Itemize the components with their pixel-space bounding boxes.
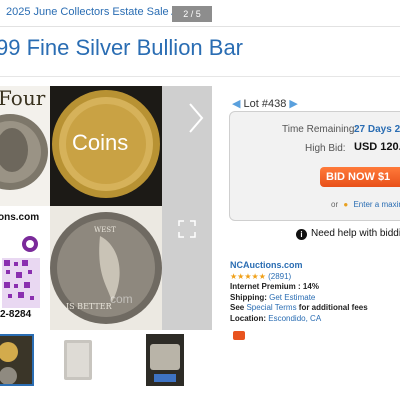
thumbnail-bar-image [60,334,98,386]
bidding-help-link[interactable]: i Need help with biddin [296,228,400,240]
previous-lot-icon[interactable]: ◀ [232,98,240,110]
bid-now-button[interactable]: BID NOW $1 [320,167,400,187]
or-text: or [331,200,339,209]
watermark-text: com [110,292,133,306]
share-icon[interactable] [233,331,245,340]
high-bid-value: USD 120. [354,141,400,153]
rating-count[interactable]: (2891) [268,272,291,281]
time-remaining-label: Time Remaining: [282,124,358,135]
location-value[interactable]: Escondido, CA [268,314,321,323]
shipping-label: Shipping: [230,292,267,302]
tile-word-coins: Coins [72,130,129,155]
next-image-icon[interactable] [186,100,206,136]
seller-name-link[interactable]: NCAuctions.com [230,260,303,270]
tile-word-four: Four [0,86,46,110]
premium-value: 14% [302,282,319,291]
lot-number: Lot #438 [243,98,287,110]
image-tile-contact: ons.com 2-8284 [0,206,50,330]
terms-suffix: for additional fees [298,303,368,312]
tile-site-text: ons.com [0,212,40,223]
thumbnail-2[interactable] [60,334,98,386]
location-label: Location: [230,313,266,323]
thumbnail-1[interactable] [0,334,34,386]
tile-phone-text: 2-8284 [0,309,32,320]
image-counter: 2 / 5 [172,6,212,22]
shipping-estimate-link[interactable]: Get Estimate [269,293,315,302]
coin-bottom-text: IS BETTER [66,302,112,311]
next-lot-icon[interactable]: ▶ [289,98,297,110]
max-bid-line: or ● Enter a maxim [331,200,400,209]
enter-max-bid-link[interactable]: Enter a maxim [353,200,400,209]
special-terms-link[interactable]: Special Terms [246,303,296,312]
rating-stars-icon: ★★★★★ [230,271,266,281]
title-divider [0,76,400,77]
image-gallery: Four Coins ons.com 2-8284 WEST IS BETTER… [0,86,212,330]
bidding-help-text: Need help with biddin [311,228,400,239]
coin-top-text: WEST [94,226,116,234]
expand-icon[interactable] [178,220,196,238]
see-text: See [230,303,245,312]
image-tile-gold-coin: Coins [50,86,162,206]
thumbnail-3[interactable] [146,334,184,386]
premium-label: Internet Premium : [230,282,301,291]
seller-info: NCAuctions.com ★★★★★ (2891) Internet Pre… [230,260,400,324]
thumbnail-coins-image [0,336,32,384]
main-lot-image[interactable]: Four Coins ons.com 2-8284 WEST IS BETTER… [0,86,162,330]
bullet-icon: ● [343,200,349,209]
image-tile-silver-coin: WEST IS BETTER com [50,206,162,330]
page-title: 99 Fine Silver Bullion Bar [0,35,244,60]
info-icon: i [296,229,307,240]
thumbnail-bar-scale-image [146,334,184,386]
image-tile-barber-coin: Four [0,86,50,206]
silver-coin-graphic [50,212,162,324]
time-remaining-value: 27 Days 23 [354,124,400,135]
lot-navigation: ◀ Lot #438 ▶ [232,97,298,110]
high-bid-label: High Bid: [305,143,346,154]
